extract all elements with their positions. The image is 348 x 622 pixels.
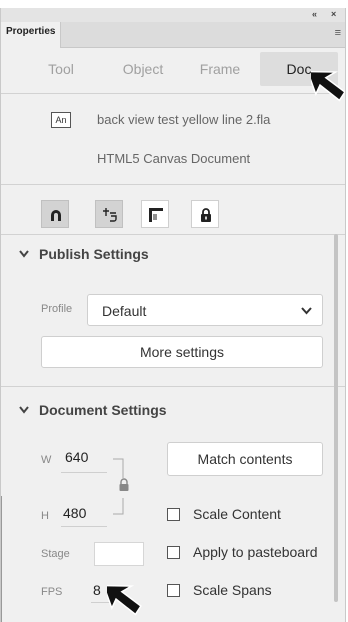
height-underline [61, 526, 107, 527]
divider [1, 386, 345, 387]
magnet-button[interactable] [41, 200, 69, 228]
profile-label: Profile [41, 303, 73, 315]
divider [1, 184, 345, 185]
left-edge-bar [1, 496, 6, 622]
stage-color-swatch[interactable] [94, 542, 144, 566]
pin-edit-button[interactable] [95, 200, 123, 228]
divider [1, 93, 345, 94]
width-label: W [41, 454, 52, 466]
scale-content-label: Scale Content [193, 506, 281, 522]
chevron-down-icon[interactable] [19, 250, 29, 258]
document-settings-header[interactable]: Document Settings [39, 402, 167, 418]
width-field[interactable]: 640 [65, 449, 88, 465]
document-filename: back view test yellow line 2.fla [97, 112, 271, 127]
tab-tool[interactable]: Tool [29, 52, 93, 86]
document-type: HTML5 Canvas Document [97, 151, 251, 166]
lock-button[interactable] [191, 200, 219, 228]
lock-icon[interactable] [118, 478, 130, 492]
collapse-icon[interactable]: « [312, 8, 317, 21]
height-field[interactable]: 480 [63, 505, 86, 521]
chevron-down-icon [301, 307, 312, 315]
more-settings-button[interactable]: More settings [41, 336, 323, 368]
fps-field[interactable]: 8 [93, 582, 101, 598]
scale-content-checkbox[interactable] [167, 508, 180, 521]
animate-file-badge: An [51, 112, 71, 128]
close-icon[interactable]: × [331, 8, 336, 21]
width-underline [61, 472, 107, 473]
tab-frame[interactable]: Frame [188, 52, 252, 86]
panel-titlebar: « × [1, 8, 345, 22]
lock-icon [201, 208, 211, 222]
tab-object[interactable]: Object [106, 52, 180, 86]
corner-frame-icon [149, 208, 163, 222]
divider [1, 234, 345, 235]
height-label: H [41, 510, 49, 522]
arrow-cursor-icon [311, 70, 345, 102]
panel-tab-bar: Properties ≡ [1, 22, 345, 48]
apply-to-pasteboard-checkbox[interactable] [167, 546, 180, 559]
pin-edit-icon [103, 208, 117, 222]
chevron-down-icon[interactable] [19, 406, 29, 414]
vertical-scrollbar[interactable] [334, 234, 338, 602]
fps-label: FPS [41, 586, 63, 598]
profile-select-value: Default [102, 303, 147, 319]
publish-settings-header[interactable]: Publish Settings [39, 246, 149, 262]
properties-panel: « × Properties ≡ Tool Object Frame Doc A… [0, 8, 346, 622]
corner-frame-button[interactable] [141, 200, 169, 228]
match-contents-button[interactable]: Match contents [167, 442, 323, 476]
profile-select[interactable]: Default [87, 294, 323, 326]
tab-properties[interactable]: Properties [1, 22, 61, 48]
arrow-cursor-icon [107, 584, 142, 616]
scale-spans-checkbox[interactable] [167, 584, 180, 597]
apply-to-pasteboard-label: Apply to pasteboard [193, 544, 318, 560]
magnet-icon [51, 210, 61, 221]
stage-label: Stage [41, 548, 70, 560]
scale-spans-label: Scale Spans [193, 582, 272, 598]
panel-menu-icon[interactable]: ≡ [335, 28, 341, 39]
